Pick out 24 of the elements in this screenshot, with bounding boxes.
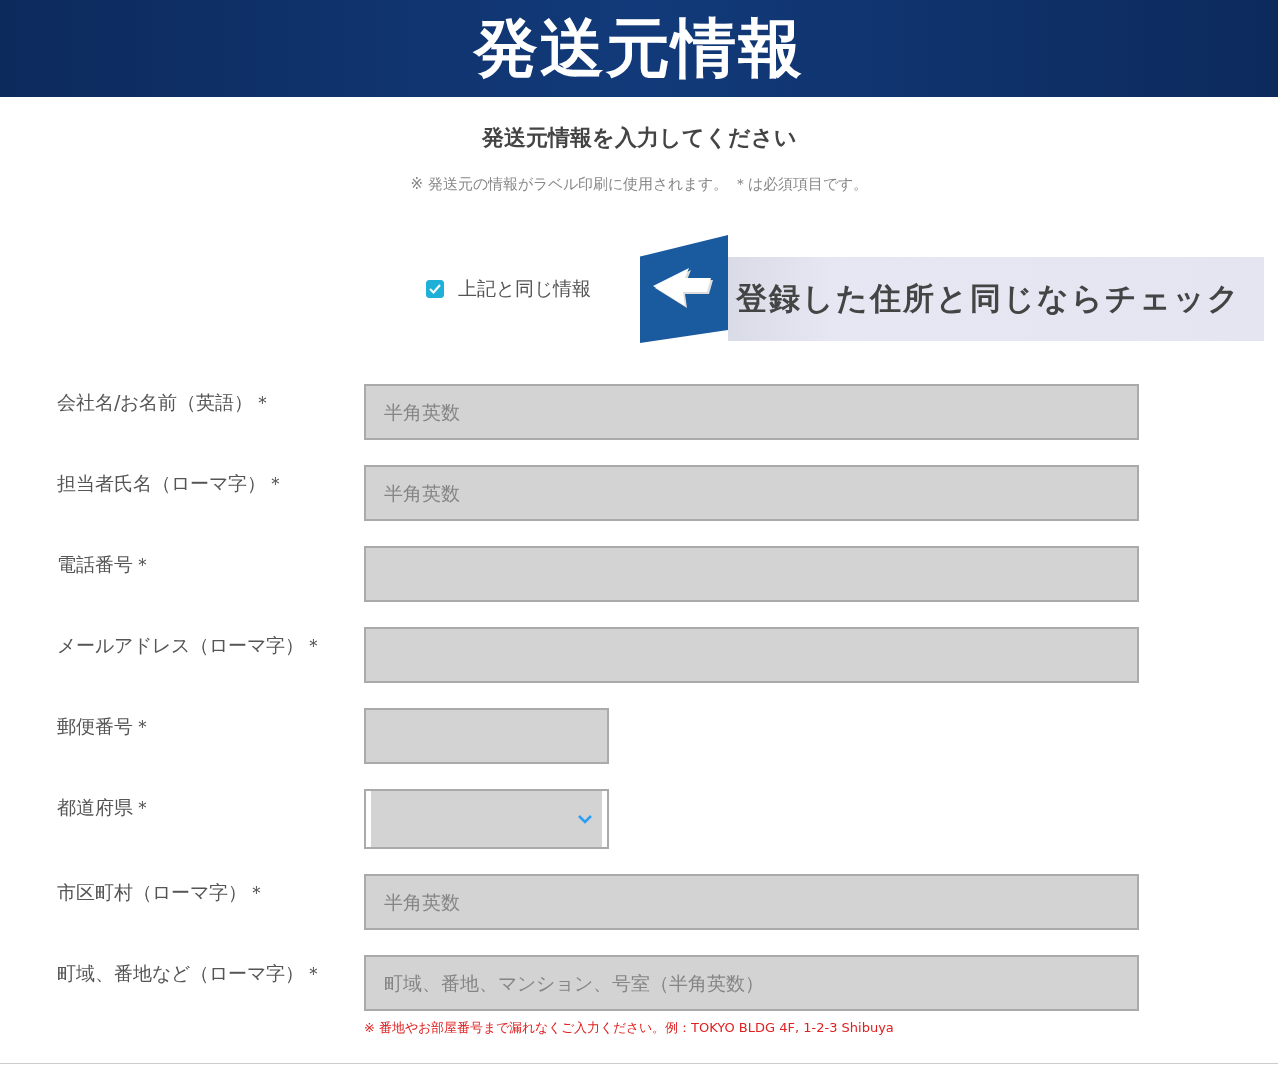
field-label: 都道府県＊ [56, 795, 153, 820]
text-field[interactable]: 町域、番地、マンション、号室（半角英数） [364, 955, 1139, 1011]
field-label: メールアドレス（ローマ字）＊ [56, 633, 324, 658]
field-label: 会社名/お名前（英語）＊ [56, 390, 274, 415]
banner-title: 発送元情報 [474, 10, 804, 87]
text-field[interactable] [364, 546, 1139, 602]
checkbox-label: 上記と同じ情報 [458, 276, 591, 301]
field-label: 担当者氏名（ローマ字）＊ [56, 471, 286, 496]
field-label: 町域、番地など（ローマ字）＊ [56, 961, 324, 986]
field-label: 市区町村（ローマ字）＊ [56, 880, 267, 905]
section-heading: 発送元情報を入力してください [480, 124, 798, 152]
checkbox[interactable] [426, 280, 444, 298]
text-field[interactable]: 半角英数 [364, 874, 1139, 930]
info-note: ※ 発送元の情報がラベル印刷に使用されます。 ＊は必須項目です。 [409, 175, 869, 194]
text-field[interactable]: 半角英数 [364, 384, 1139, 440]
field-label: 郵便番号＊ [56, 714, 153, 739]
text-field[interactable] [364, 627, 1139, 683]
text-field[interactable]: 半角英数 [364, 465, 1139, 521]
field-label: 電話番号＊ [56, 552, 153, 577]
text-field[interactable] [364, 708, 609, 764]
callout-text: 登録した住所と同じならチェック [728, 257, 1264, 341]
chevron-down-icon [578, 814, 592, 824]
dropdown-field[interactable] [364, 789, 609, 849]
hint-text: ※ 番地やお部屋番号まで漏れなくご入力ください。例：TOKYO BLDG 4F, 1-2-3 Shibuya [364, 1019, 895, 1037]
